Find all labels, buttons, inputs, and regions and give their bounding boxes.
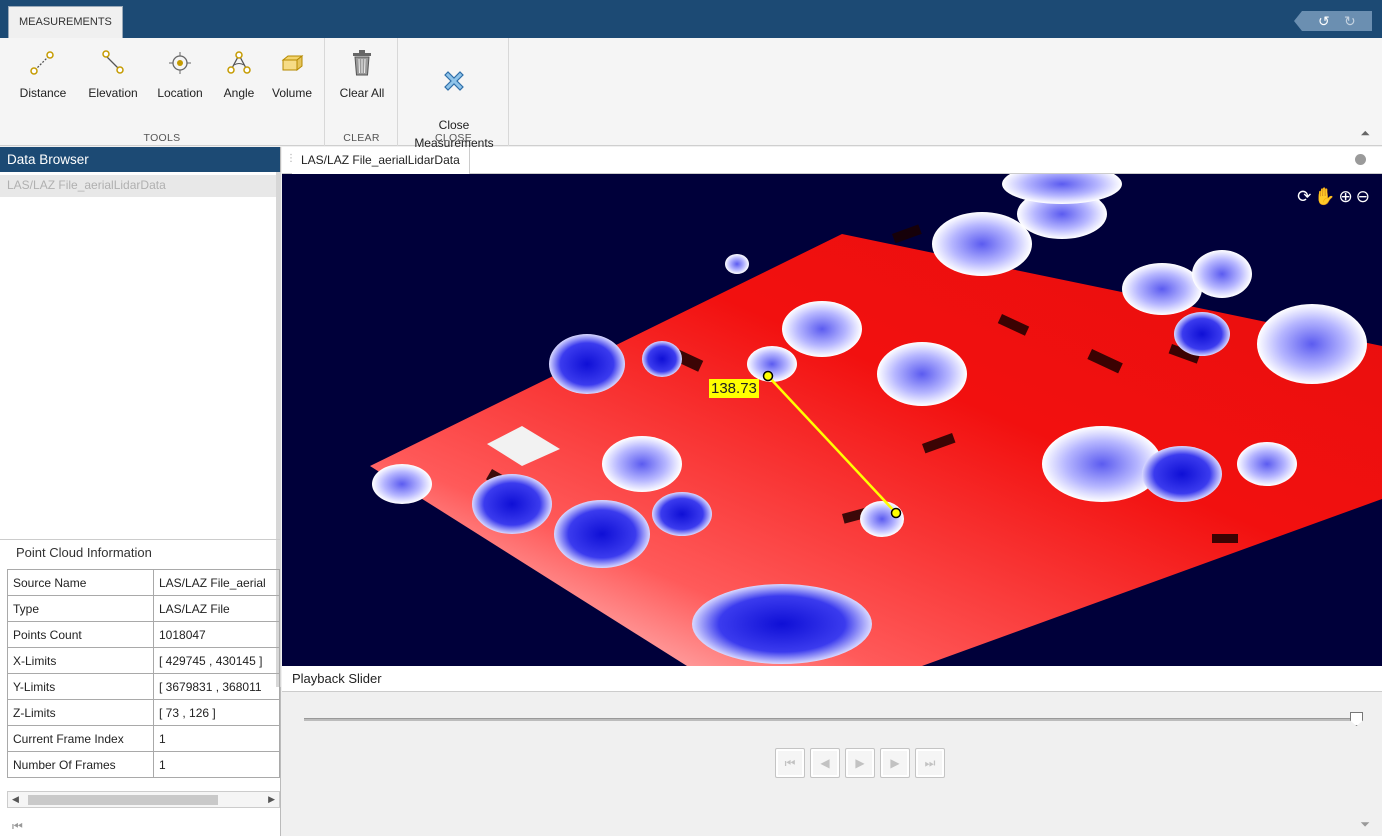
distance-icon (30, 51, 54, 75)
info-value: [ 429745 , 430145 ] (153, 647, 280, 674)
info-key: Number Of Frames (7, 751, 154, 778)
location-label: Location (157, 86, 203, 100)
next-frame-icon: ▶︎ (890, 756, 900, 770)
document-menu-icon[interactable] (1355, 154, 1366, 165)
info-key: Points Count (7, 621, 154, 648)
scroll-thumb[interactable] (28, 795, 218, 805)
close-group-label: CLOSE (434, 132, 473, 144)
volume-label: Volume (271, 86, 313, 100)
point-cloud-scene (370, 174, 1382, 666)
info-key: Source Name (7, 569, 154, 596)
elevation-label: Elevation (88, 86, 138, 100)
location-button[interactable]: Location (150, 48, 210, 100)
table-row: Y-Limits[ 3679831 , 368011 (7, 673, 280, 700)
trash-icon (353, 50, 371, 76)
angle-icon (227, 51, 251, 74)
angle-label: Angle (223, 86, 255, 100)
location-icon (169, 52, 191, 74)
elevation-button[interactable]: Elevation (80, 48, 146, 100)
last-frame-icon: ⏭ (924, 756, 936, 770)
tools-group-label: TOOLS (143, 132, 181, 144)
volume-button[interactable]: Volume (264, 48, 320, 100)
collapse-panel-icon[interactable]: ⏷ (1360, 817, 1370, 832)
tab-measurements[interactable]: MEASUREMENTS (8, 6, 123, 38)
info-value: 1 (153, 725, 280, 752)
previous-frame-icon: ◀︎ (820, 756, 830, 770)
table-row: X-Limits[ 429745 , 430145 ] (7, 647, 280, 674)
playback-slider-thumb[interactable] (1350, 712, 1363, 726)
table-row: Points Count 1018047 (7, 621, 280, 648)
rotate-icon[interactable]: ⟳ (1297, 188, 1311, 206)
info-key: Y-Limits (7, 673, 154, 700)
close-group: Close Measurements CLOSE (399, 38, 509, 150)
elevation-icon (102, 50, 124, 74)
volume-icon (281, 54, 304, 72)
play-icon: ▶ (855, 756, 865, 770)
quick-access-toolbar: ↺ ↻ (1294, 11, 1372, 31)
play-button[interactable]: ▶ (845, 748, 875, 778)
browser-item[interactable]: LAS/LAZ File_aerialLidarData (0, 175, 280, 197)
left-panel: Data Browser LAS/LAZ File_aerialLidarDat… (0, 147, 281, 836)
zoom-out-icon[interactable]: ⊖ (1356, 188, 1370, 206)
point-cloud-viewer[interactable]: 138.73 ⟳ ✋ ⊕ ⊖ (282, 174, 1382, 666)
info-horizontal-scrollbar[interactable]: ◀ ▶ (7, 791, 280, 808)
first-frame-button[interactable]: ⏮ (775, 748, 805, 778)
info-value: LAS/LAZ File (153, 595, 280, 622)
playback-controls: ⏮ ◀︎ ▶ ▶︎ ⏭ (775, 748, 945, 778)
document-tab[interactable]: LAS/LAZ File_aerialLidarData (292, 147, 470, 174)
measurement-end-point (890, 507, 902, 519)
info-key: Z-Limits (7, 699, 154, 726)
info-value: 1 (153, 751, 280, 778)
distance-label: Distance (19, 86, 67, 100)
pan-hand-icon[interactable]: ✋ (1314, 188, 1335, 206)
angle-button[interactable]: Angle (214, 48, 264, 100)
scroll-right-icon[interactable]: ▶ (268, 792, 275, 807)
undo-icon[interactable]: ↺ (1318, 11, 1330, 31)
distance-button[interactable]: Distance (14, 48, 72, 100)
document-tab-bar: ⋮ LAS/LAZ File_aerialLidarData (282, 147, 1382, 174)
scroll-left-icon[interactable]: ◀ (12, 792, 19, 807)
point-cloud-info-header: Point Cloud Information (0, 539, 280, 565)
table-row: Number Of Frames 1 (7, 751, 280, 778)
playback-panel: Playback Slider ⏮ ◀︎ ▶ ▶︎ ⏭ ⏷ (282, 666, 1382, 836)
collapse-ribbon-icon[interactable]: ⏶ (1360, 126, 1370, 141)
axes-toolbar: ⟳ ✋ ⊕ ⊖ (1297, 188, 1370, 206)
table-row: Z-Limits[ 73 , 126 ] (7, 699, 280, 726)
info-key: Current Frame Index (7, 725, 154, 752)
info-value: [ 73 , 126 ] (153, 699, 280, 726)
table-row: Type LAS/LAZ File (7, 595, 280, 622)
info-key: X-Limits (7, 647, 154, 674)
next-frame-button[interactable]: ▶︎ (880, 748, 910, 778)
data-browser-header: Data Browser (0, 147, 280, 172)
clear-all-button[interactable]: Clear All (332, 48, 392, 100)
measurement-value-label: 138.73 (709, 379, 759, 398)
table-row: Source Name LAS/LAZ File_aerial (7, 569, 280, 596)
info-value: 1018047 (153, 621, 280, 648)
measurement-start-point (762, 370, 774, 382)
point-cloud-info-table: Source Name LAS/LAZ File_aerial Type LAS/L… (7, 569, 280, 778)
top-tab-strip: MEASUREMENTS ↺ ↻ (0, 0, 1382, 38)
close-x-icon (444, 71, 464, 91)
info-value: LAS/LAZ File_aerial (153, 569, 280, 596)
playback-slider-track[interactable] (304, 718, 1356, 721)
playback-header: Playback Slider (282, 666, 1382, 692)
first-frame-icon: ⏮ (784, 756, 796, 770)
clear-group-label: CLEAR (343, 132, 380, 144)
table-row: Current Frame Index 1 (7, 725, 280, 752)
redo-icon[interactable]: ↻ (1344, 11, 1356, 31)
previous-frame-button[interactable]: ◀︎ (810, 748, 840, 778)
panel-first-icon[interactable]: ⏮ (12, 819, 23, 834)
info-value: [ 3679831 , 368011 (153, 673, 280, 700)
zoom-in-icon[interactable]: ⊕ (1339, 188, 1353, 206)
clear-all-label: Clear All (339, 86, 385, 100)
clear-group: Clear All CLEAR (326, 38, 398, 146)
info-key: Type (7, 595, 154, 622)
ribbon: Distance Elevation Location Angle Volume… (0, 38, 1382, 150)
last-frame-button[interactable]: ⏭ (915, 748, 945, 778)
tools-group: Distance Elevation Location Angle Volume… (0, 38, 325, 146)
